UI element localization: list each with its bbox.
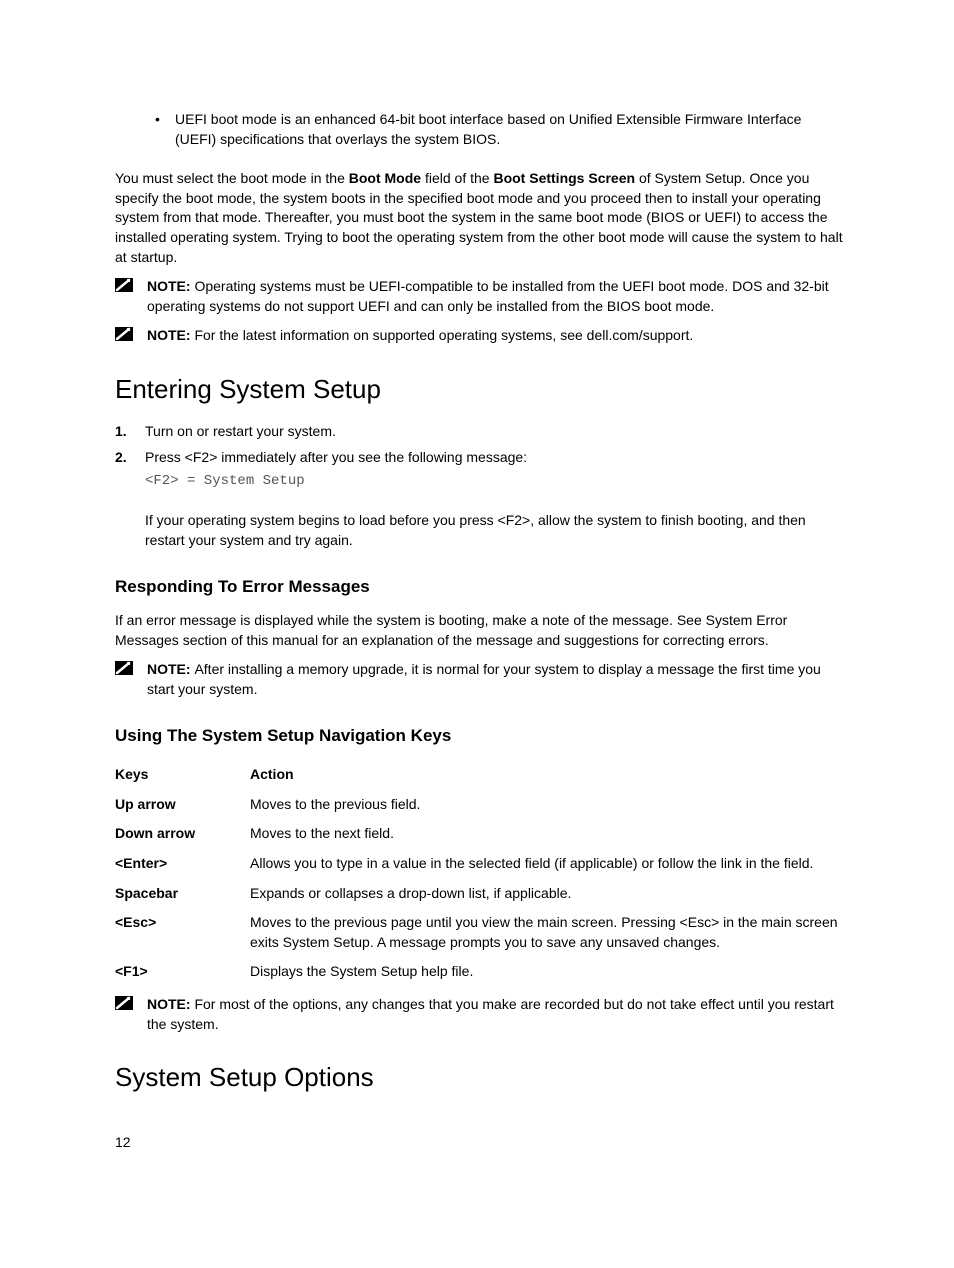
bullet-item: • UEFI boot mode is an enhanced 64-bit b… <box>155 110 844 149</box>
table-row: Up arrow Moves to the previous field. <box>115 790 844 820</box>
key-cell: Spacebar <box>115 884 250 904</box>
key-cell: <Enter> <box>115 854 250 874</box>
list-text: Turn on or restart your system. <box>145 423 336 439</box>
text-fragment: You must select the boot mode in the <box>115 170 349 186</box>
navigation-keys-table: Keys Action Up arrow Moves to the previo… <box>115 760 844 987</box>
note-icon <box>115 326 147 346</box>
bold-text: dell.com/support <box>587 327 690 343</box>
table-row: Down arrow Moves to the next field. <box>115 819 844 849</box>
table-row: Spacebar Expands or collapses a drop-dow… <box>115 879 844 909</box>
list-item: 1. Turn on or restart your system. <box>115 422 844 442</box>
note-text: . <box>689 327 693 343</box>
note-body: NOTE: For most of the options, any chang… <box>147 995 844 1034</box>
code-text: <F2> = System Setup <box>145 472 844 492</box>
list-body: Press <F2> immediately after you see the… <box>145 448 844 501</box>
bold-text: Boot Mode <box>349 170 421 186</box>
key-cell: Down arrow <box>115 824 250 844</box>
table-row: <Enter> Allows you to type in a value in… <box>115 849 844 879</box>
page-number: 12 <box>115 1133 131 1153</box>
note-label: NOTE: <box>147 996 194 1012</box>
note-body: NOTE: After installing a memory upgrade,… <box>147 660 844 699</box>
note-block: NOTE: After installing a memory upgrade,… <box>115 660 844 699</box>
numbered-list: 1. Turn on or restart your system. 2. Pr… <box>115 422 844 501</box>
note-icon <box>115 995 147 1034</box>
note-text: For the latest information on supported … <box>194 327 586 343</box>
list-marker: 1. <box>115 422 145 442</box>
action-cell: Moves to the previous field. <box>250 795 844 815</box>
bullet-list: • UEFI boot mode is an enhanced 64-bit b… <box>115 110 844 149</box>
note-body: NOTE: For the latest information on supp… <box>147 326 844 346</box>
action-cell: Displays the System Setup help file. <box>250 962 844 982</box>
heading-navigation-keys: Using The System Setup Navigation Keys <box>115 724 844 748</box>
text-fragment: field of the <box>421 170 493 186</box>
note-text: For most of the options, any changes tha… <box>147 996 834 1032</box>
heading-system-setup-options: System Setup Options <box>115 1059 844 1095</box>
action-cell: Expands or collapses a drop-down list, i… <box>250 884 844 904</box>
heading-entering-system-setup: Entering System Setup <box>115 371 844 407</box>
list-text: Press <F2> immediately after you see the… <box>145 449 527 465</box>
list-marker: 2. <box>115 448 145 501</box>
table-row: <F1> Displays the System Setup help file… <box>115 957 844 987</box>
note-block: NOTE: For most of the options, any chang… <box>115 995 844 1034</box>
bullet-marker: • <box>155 110 175 149</box>
note-label: NOTE: <box>147 278 194 294</box>
note-block: NOTE: Operating systems must be UEFI-com… <box>115 277 844 316</box>
column-header-keys: Keys <box>115 765 250 785</box>
column-header-action: Action <box>250 765 844 785</box>
followup-paragraph: If your operating system begins to load … <box>145 511 844 550</box>
list-body: Turn on or restart your system. <box>145 422 844 442</box>
note-label: NOTE: <box>147 661 194 677</box>
note-icon <box>115 277 147 316</box>
key-cell: Up arrow <box>115 795 250 815</box>
note-icon <box>115 660 147 699</box>
table-header-row: Keys Action <box>115 760 844 790</box>
intro-paragraph: You must select the boot mode in the Boo… <box>115 169 844 267</box>
document-page: • UEFI boot mode is an enhanced 64-bit b… <box>0 0 954 1268</box>
note-text: After installing a memory upgrade, it is… <box>147 661 821 697</box>
note-block: NOTE: For the latest information on supp… <box>115 326 844 346</box>
list-item: 2. Press <F2> immediately after you see … <box>115 448 844 501</box>
action-cell: Moves to the next field. <box>250 824 844 844</box>
table-row: <Esc> Moves to the previous page until y… <box>115 908 844 957</box>
heading-responding-error-messages: Responding To Error Messages <box>115 575 844 599</box>
key-cell: <Esc> <box>115 913 250 952</box>
bullet-text: UEFI boot mode is an enhanced 64-bit boo… <box>175 110 844 149</box>
bold-text: Boot Settings Screen <box>493 170 635 186</box>
note-body: NOTE: Operating systems must be UEFI-com… <box>147 277 844 316</box>
action-cell: Allows you to type in a value in the sel… <box>250 854 844 874</box>
action-cell: Moves to the previous page until you vie… <box>250 913 844 952</box>
error-paragraph: If an error message is displayed while t… <box>115 611 844 650</box>
key-cell: <F1> <box>115 962 250 982</box>
note-label: NOTE: <box>147 327 194 343</box>
note-text: Operating systems must be UEFI-compatibl… <box>147 278 829 314</box>
